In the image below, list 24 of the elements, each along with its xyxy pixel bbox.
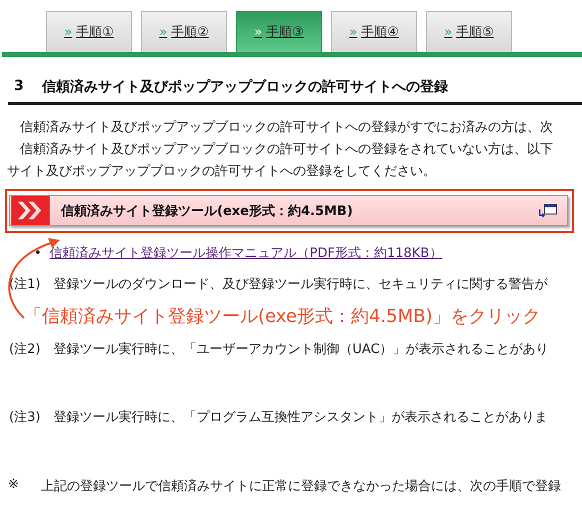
note-text: 登録ツール実行時に、「プログラム互換性アシスタント」が表示されることがありま — [53, 409, 548, 427]
tab[interactable]: » 手順① — [46, 11, 132, 52]
note-label: (注1) — [9, 276, 40, 294]
bullet: • — [34, 246, 42, 260]
new-window-icon — [538, 204, 557, 218]
note-label: (注2) — [9, 341, 40, 359]
tab[interactable]: » 手順② — [141, 11, 227, 52]
download-button[interactable]: 信頼済みサイト登録ツール(exe形式：約4.5MB) — [9, 195, 568, 226]
annotation-text: 「信頼済みサイト登録ツール(exe形式：約4.5MB)」をクリック — [24, 305, 542, 328]
note-text: 登録ツールのダウンロード、及び登録ツール実行時に、セキュリティに関する警告が — [53, 276, 548, 294]
tab[interactable]: » 手順④ — [331, 11, 417, 52]
chevron-icon — [10, 196, 51, 225]
manual-link[interactable]: 信頼済みサイト登録ツール操作マニュアル（PDF形式：約118KB） — [50, 244, 442, 262]
section-number: 3 — [14, 78, 24, 96]
note-label: (注3) — [9, 409, 40, 427]
note-text: 登録ツール実行時に、「ユーザーアカウント制御（UAC）」が表示されることがあり — [53, 341, 549, 359]
intro-text: サイト及びポップアップブロックの許可サイトへの登録をしてください。 — [6, 163, 437, 181]
footnote-text: 上記の登録ツールで信頼済みサイトに正常に登録できなかった場合には、次の手順で登録 — [40, 478, 561, 495]
tab[interactable]: » 手順⑤ — [426, 11, 512, 52]
tab[interactable]: » 手順③ — [236, 11, 322, 52]
intro-text: 信頼済みサイト及びポップアップブロックの許可サイトへの登録がすでにお済みの方は、次 — [19, 119, 554, 137]
section-title: 信頼済みサイト及びポップアップブロックの許可サイトへの登録 — [42, 78, 448, 96]
footnote-mark: ※ — [8, 477, 19, 494]
intro-text: 信頼済みサイト及びポップアップブロックの許可サイトへの登録をされていない方は、以下 — [19, 141, 554, 159]
